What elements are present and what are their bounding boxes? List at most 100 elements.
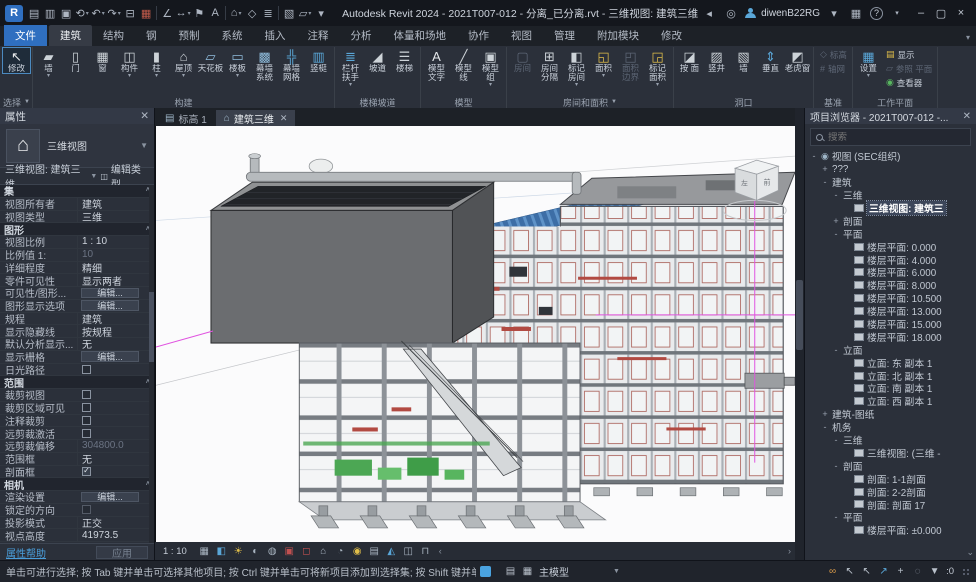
expander-icon[interactable]: +	[821, 409, 829, 419]
close-icon[interactable]: ✕	[963, 111, 971, 122]
checkbox[interactable]	[82, 403, 91, 412]
tree-item[interactable]: 立面: 西 副本 1	[808, 395, 976, 408]
minimize-button[interactable]: –	[911, 7, 931, 19]
close-button[interactable]: ×	[951, 7, 971, 19]
temp-view-properties-icon[interactable]: ▤	[367, 544, 382, 559]
close-icon[interactable]: ✕	[280, 113, 288, 124]
dropdown-caret-icon[interactable]: ▾	[308, 10, 311, 17]
crop-region-icon[interactable]: ◻	[299, 544, 314, 559]
tree-item[interactable]: 立面: 北 副本 1	[808, 369, 976, 382]
tag-room-button[interactable]: ◧标记 房间▾	[563, 48, 590, 88]
qat-customize-icon[interactable]: ▾	[313, 5, 329, 21]
properties-header[interactable]: 属性 ✕	[0, 108, 154, 124]
window-button[interactable]: ▦窗	[89, 48, 116, 73]
tree-item[interactable]: -三维	[808, 189, 976, 202]
tab-体量和场地[interactable]: 体量和场地	[383, 25, 458, 46]
expander-icon[interactable]: -	[832, 435, 840, 445]
search-input[interactable]	[828, 132, 965, 143]
dropdown-caret-icon[interactable]: ▼	[611, 99, 617, 105]
measure-icon[interactable]: ∠	[159, 5, 175, 21]
tab-插入[interactable]: 插入	[254, 25, 297, 46]
filter-count[interactable]: :0	[946, 566, 954, 577]
expander-icon[interactable]: -	[832, 345, 840, 355]
design-options-icon[interactable]: ▦	[520, 565, 535, 579]
tree-item[interactable]: 楼层平面: 0.000	[808, 240, 976, 253]
wall-opening-button[interactable]: ▧墙	[730, 48, 757, 73]
cart-icon[interactable]: ▦	[848, 5, 864, 21]
visual-style-icon[interactable]: ◧	[214, 544, 229, 559]
property-value[interactable]: 无	[77, 453, 154, 465]
property-value[interactable]: 建筑	[77, 198, 154, 210]
tree-item[interactable]: 三维视图: 建筑三	[808, 202, 976, 215]
detail-level-icon[interactable]: ▦	[197, 544, 212, 559]
dropdown-caret-icon[interactable]: ▾	[86, 10, 89, 17]
tab-附加模块[interactable]: 附加模块	[586, 25, 650, 46]
vertical-opening-button[interactable]: ⇕垂直	[757, 48, 784, 73]
property-value[interactable]: 无	[77, 338, 154, 350]
tab-预制[interactable]: 预制	[168, 25, 211, 46]
ui-views-icon[interactable]: ▤	[26, 5, 42, 21]
tab-协作[interactable]: 协作	[457, 25, 500, 46]
tree-item[interactable]: +建筑-图纸	[808, 408, 976, 421]
checkbox[interactable]	[82, 416, 91, 425]
switch-windows-icon[interactable]: ▱▾	[297, 5, 313, 21]
user-menu-caret-icon[interactable]: ▾	[826, 5, 842, 21]
ref-plane-button[interactable]: ▱参照 平面	[883, 62, 935, 75]
close-inactive-icon[interactable]: ▧	[281, 5, 297, 21]
checkbox[interactable]	[82, 390, 91, 399]
undo-icon[interactable]: ↶▾	[90, 5, 106, 21]
dropdown-caret-icon[interactable]: ▾	[602, 73, 605, 79]
help-caret-icon[interactable]: ▾	[889, 5, 905, 21]
expander-icon[interactable]: -	[832, 229, 840, 239]
property-value[interactable]: 三维	[77, 211, 154, 223]
area-button[interactable]: ◱面积▾	[590, 48, 617, 79]
property-value[interactable]: 显示两者	[77, 274, 154, 286]
dropdown-caret-icon[interactable]: ▾	[238, 10, 241, 17]
scroll-down-icon[interactable]: ⌄	[966, 547, 974, 558]
tab-修改[interactable]: 修改	[650, 25, 693, 46]
dropdown-caret-icon[interactable]: ▾	[489, 82, 492, 88]
tree-item[interactable]: 楼层平面: ±0.000	[808, 524, 976, 537]
viewcube-front-face[interactable]: 前	[764, 177, 771, 186]
dimension-icon[interactable]: ↔▾	[175, 5, 191, 21]
property-value[interactable]: 精细	[77, 262, 154, 274]
railing-button[interactable]: ≣栏杆 扶手▾	[337, 48, 364, 88]
stair-button[interactable]: ☰楼梯	[391, 48, 418, 73]
section-icon[interactable]: ◇	[244, 5, 260, 21]
tree-item[interactable]: 立面: 南 副本 1	[808, 382, 976, 395]
door-button[interactable]: ▯门	[62, 48, 89, 73]
print-icon[interactable]: ⊟	[122, 5, 138, 21]
close-icon[interactable]: ✕	[140, 110, 149, 122]
3d-model-view[interactable]: 左 前	[156, 126, 795, 542]
tree-item[interactable]: 剖面: 2-2剖面	[808, 485, 976, 498]
tab-结构[interactable]: 结构	[92, 25, 135, 46]
checkbox[interactable]	[82, 365, 91, 374]
room-separator-button[interactable]: ⊞房间 分隔	[536, 48, 563, 82]
ramp-button[interactable]: ◢坡道	[364, 48, 391, 73]
mullion-button[interactable]: ▥竖梃	[305, 48, 332, 73]
ribbon-state-caret-icon[interactable]: ▾	[966, 33, 970, 46]
tree-item[interactable]: 三维视图: (三维 -	[808, 446, 976, 459]
tab-文件[interactable]: 文件	[4, 25, 47, 46]
sun-path-icon[interactable]: ☀	[231, 544, 246, 559]
select-underlay-icon[interactable]: ↖	[842, 565, 857, 579]
model-group-button[interactable]: ▣模型 组▾	[477, 48, 504, 88]
tree-item[interactable]: 楼层平面: 4.000	[808, 253, 976, 266]
render-icon[interactable]: ◍	[265, 544, 280, 559]
tree-item[interactable]: -立面	[808, 343, 976, 356]
curtain-system-button[interactable]: ▩幕墙 系统	[251, 48, 278, 82]
drag-on-selection-icon[interactable]: +	[893, 565, 908, 579]
expander-icon[interactable]: +	[821, 164, 829, 174]
dropdown-caret-icon[interactable]: ▾	[656, 82, 659, 88]
dropdown-caret-icon[interactable]: ▾	[182, 73, 185, 79]
expander-icon[interactable]: -	[810, 151, 818, 161]
model-canvas[interactable]: 左 前	[155, 126, 795, 542]
text-icon[interactable]: A	[207, 5, 223, 21]
properties-help-link[interactable]: 属性帮助	[6, 545, 46, 560]
scroll-right-icon[interactable]: ›	[788, 546, 791, 556]
thin-lines-icon[interactable]: ≣	[260, 5, 276, 21]
property-value[interactable]: 建筑	[77, 313, 154, 325]
tree-item[interactable]: 楼层平面: 18.000	[808, 330, 976, 343]
chevron-down-icon[interactable]: ▼	[90, 173, 97, 180]
crop-view-icon[interactable]: ▣	[282, 544, 297, 559]
